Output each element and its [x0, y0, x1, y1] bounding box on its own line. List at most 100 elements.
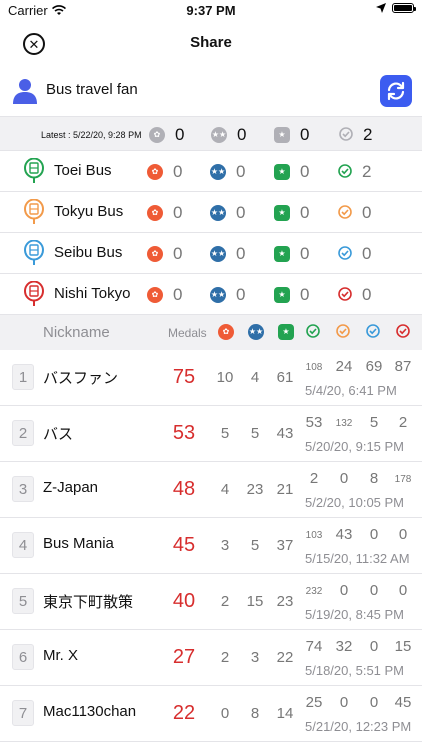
- rank-check-count: 2: [398, 414, 408, 431]
- company-check: 0: [338, 285, 371, 305]
- rank-medal-count: 0: [220, 705, 230, 722]
- medal-icon: ✿: [147, 205, 163, 221]
- rank-medal-count: 5: [250, 537, 260, 554]
- check-badge-icon: [366, 324, 380, 345]
- rank-date: 5/20/20, 9:15 PM: [305, 439, 405, 454]
- medal-icon: ★: [274, 205, 290, 221]
- company-medal-green: ★ 0: [274, 203, 309, 223]
- ranking-row[interactable]: 4 Bus Mania 45 3 5 37 103 43 0 0 5/15/20, 11:32 AM: [0, 518, 422, 574]
- ranking-row[interactable]: 1 バスファン 75 10 4 61 108 24 69 87 5/4/20, 6:41 PM: [0, 350, 422, 406]
- rank-check-count: 8: [369, 470, 379, 487]
- rank-nickname: バスファン: [43, 370, 119, 387]
- rank-check-count: 0: [369, 694, 379, 711]
- check-badge-icon: [338, 246, 352, 260]
- medal-icon: ✿: [147, 246, 163, 262]
- ranking-row[interactable]: 6 Mr. X 27 2 3 22 74 32 0 15 5/18/20, 5:51 PM: [0, 630, 422, 686]
- rank-medal-count: 2: [220, 593, 230, 610]
- user-icon: [13, 79, 37, 104]
- company-medal-blue: ★★ 0: [210, 285, 245, 305]
- medal-icon: ★★: [211, 127, 227, 143]
- company-row[interactable]: Nishi Tokyo ✿ 0 ★★ 0 ★ 0 0: [0, 274, 422, 315]
- rank-total-medals: 22: [172, 702, 196, 724]
- company-medal-red: ✿ 0: [147, 203, 182, 223]
- rank-medal-count: 14: [276, 705, 294, 722]
- company-value: 0: [362, 244, 372, 263]
- rank-check-count: 0: [369, 582, 379, 599]
- summary-value: 0: [175, 125, 185, 144]
- rank-nickname: Mac1130chan: [43, 703, 137, 720]
- summary-medal-blue: ★★ 0: [211, 125, 246, 145]
- rank-check-count: 24: [335, 358, 353, 375]
- rank-total-medals: 48: [172, 478, 196, 500]
- company-row[interactable]: Seibu Bus ✿ 0 ★★ 0 ★ 0 0: [0, 233, 422, 274]
- rank-medal-count: 2: [220, 649, 230, 666]
- company-medal-blue: ★★ 0: [210, 203, 245, 223]
- rank-total-medals: 45: [172, 534, 196, 556]
- summary-medal-red: ✿ 0: [149, 125, 184, 145]
- medals-header: Medals: [168, 326, 207, 340]
- medal-icon: ★: [274, 164, 290, 180]
- company-value: 0: [362, 203, 372, 222]
- summary-bar: Latest : 5/22/20, 9:28 PM ✿ 0 ★★ 0 ★ 0 2: [0, 116, 422, 151]
- medal-icon: ★: [274, 246, 290, 262]
- company-value: 0: [300, 285, 310, 304]
- rank-medal-count: 8: [250, 705, 260, 722]
- ranking-row[interactable]: 2 バス 53 5 5 43 53 132 5 2 5/20/20, 9:15 PM: [0, 406, 422, 462]
- summary-value: 0: [237, 125, 247, 144]
- company-row[interactable]: Tokyu Bus ✿ 0 ★★ 0 ★ 0 0: [0, 192, 422, 233]
- refresh-icon: [387, 81, 405, 101]
- rank-check-count: 2: [309, 470, 319, 487]
- check-badge-icon: [339, 127, 353, 141]
- company-medal-blue: ★★ 0: [210, 162, 245, 182]
- rank-check-count: 74: [305, 638, 323, 655]
- ranking-row[interactable]: 7 Mac1130chan 22 0 8 14 25 0 0 45 5/21/20, 12:23 P…: [0, 686, 422, 742]
- navigation-bar: ✕ Share: [0, 22, 422, 66]
- rank-medal-count: 22: [276, 649, 294, 666]
- rank-number: 7: [12, 700, 34, 726]
- medal-icon: ★★: [210, 205, 226, 221]
- rank-check-count: 103: [305, 530, 323, 541]
- rank-check-count: 0: [369, 526, 379, 543]
- medal-icon: ★: [278, 324, 294, 340]
- company-medal-blue: ★★ 0: [210, 244, 245, 264]
- status-right: [376, 3, 416, 13]
- bus-stop-icon: [24, 281, 44, 306]
- rank-medal-count: 3: [250, 649, 260, 666]
- check-badge-icon: [396, 324, 410, 345]
- user-name: Bus travel fan: [46, 81, 138, 98]
- rank-number: 5: [12, 588, 34, 614]
- medal-icon: ✿: [147, 287, 163, 303]
- company-row[interactable]: Toei Bus ✿ 0 ★★ 0 ★ 0 2: [0, 151, 422, 192]
- rank-date: 5/2/20, 10:05 PM: [305, 495, 405, 510]
- rank-check-count: 25: [305, 694, 323, 711]
- bus-stop-icon: [24, 240, 44, 265]
- rank-medal-count: 5: [220, 425, 230, 442]
- rank-check-count: 232: [305, 586, 323, 597]
- ranking-row[interactable]: 5 東京下町散策 40 2 15 23 232 0 0 0 5/19/20, 8:45 PM: [0, 574, 422, 630]
- rank-total-medals: 75: [172, 366, 196, 388]
- refresh-button[interactable]: [380, 75, 412, 107]
- company-value: 0: [300, 203, 310, 222]
- company-value: 0: [236, 285, 246, 304]
- company-name: Seibu Bus: [54, 244, 123, 261]
- rank-medal-count: 3: [220, 537, 230, 554]
- rank-total-medals: 40: [172, 590, 196, 612]
- company-value: 0: [362, 285, 372, 304]
- rank-number: 6: [12, 644, 34, 670]
- rank-check-count: 0: [398, 582, 408, 599]
- company-value: 0: [236, 162, 246, 181]
- rank-medal-count: 4: [220, 481, 230, 498]
- medal-icon: ✿: [218, 324, 234, 340]
- company-check: 2: [338, 162, 371, 182]
- location-arrow-icon: [376, 3, 386, 13]
- company-check: 0: [338, 244, 371, 264]
- rank-check-count: 15: [394, 638, 412, 655]
- rank-check-count: 45: [394, 694, 412, 711]
- latest-timestamp: Latest : 5/22/20, 9:28 PM: [41, 130, 142, 140]
- ranking-row[interactable]: 3 Z-Japan 48 4 23 21 2 0 8 178 5/2/20, 10:05 PM: [0, 462, 422, 518]
- company-medal-red: ✿ 0: [147, 244, 182, 264]
- medal-icon: ✿: [147, 164, 163, 180]
- rank-date: 5/18/20, 5:51 PM: [305, 663, 405, 678]
- rank-check-count: 87: [394, 358, 412, 375]
- rank-medal-count: 15: [246, 593, 264, 610]
